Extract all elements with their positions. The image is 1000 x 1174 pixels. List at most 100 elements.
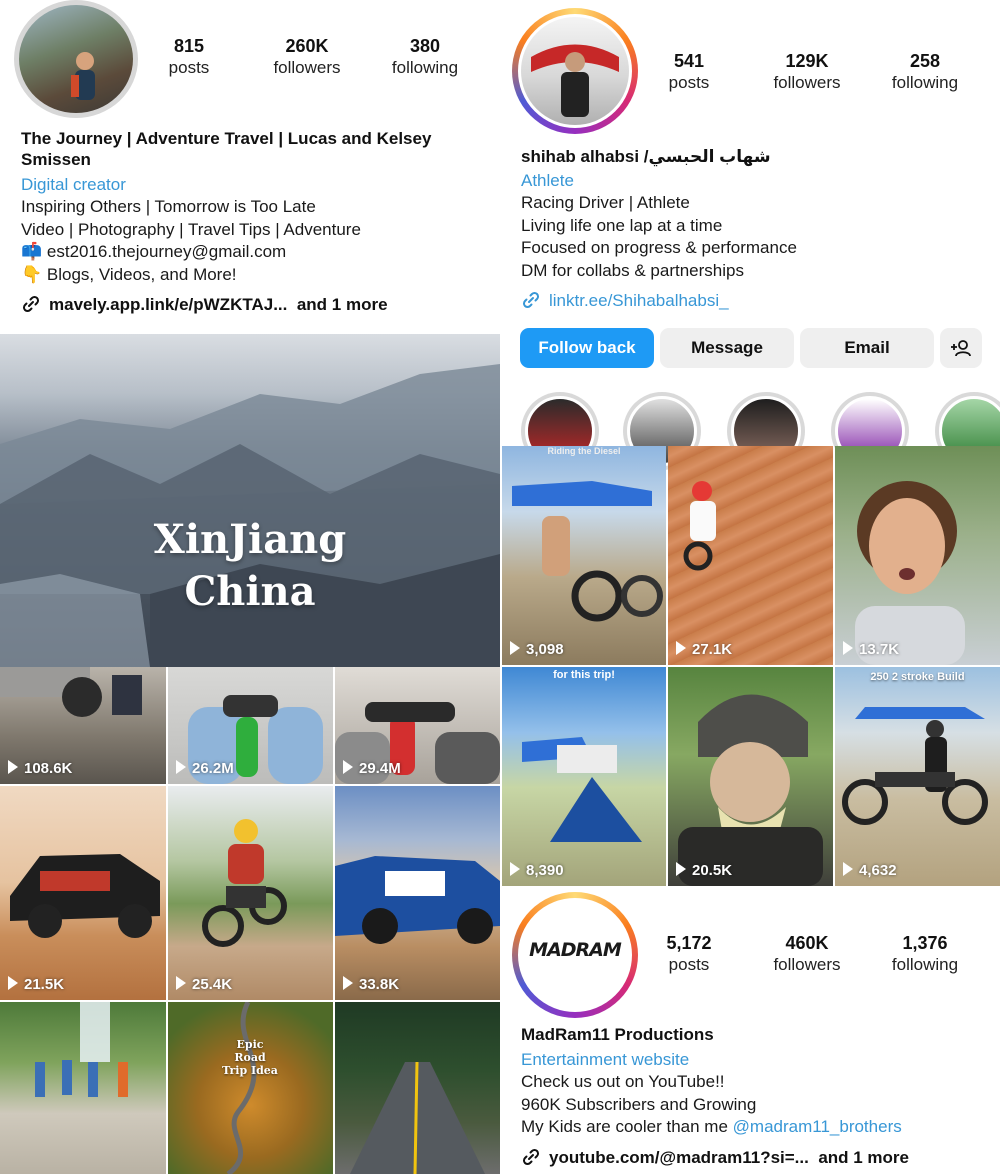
hero-title: XinJiang <box>153 516 347 563</box>
stat-followers[interactable]: 129K followers <box>752 50 862 94</box>
reel-tile[interactable]: Riding the Diesel 3,098 <box>502 446 666 665</box>
stat-number: 541 <box>673 51 705 71</box>
stat-posts[interactable]: 541 posts <box>634 50 744 94</box>
profile-link[interactable]: youtube.com/@madram11?si=... and 1 more <box>521 1147 909 1169</box>
follow-back-button[interactable]: Follow back <box>520 328 654 368</box>
play-icon <box>176 976 186 990</box>
avatar-photo <box>531 44 619 117</box>
reel-tile[interactable]: Epic Road Trip Idea <box>168 1002 333 1174</box>
tile-overlay-text: Riding the Diesel <box>547 446 621 456</box>
stat-following[interactable]: 258 following <box>870 50 980 94</box>
view-count: 108.6K <box>8 760 72 777</box>
bio-email[interactable]: 📫 est2016.thejourney@gmail.com <box>21 241 361 264</box>
reel-tile[interactable]: 20.5K <box>668 667 833 886</box>
profile-link[interactable]: linktr.ee/Shihabalhabsi_ <box>521 290 729 312</box>
view-count: 25.4K <box>176 976 232 993</box>
reel-tile[interactable]: 33.8K <box>335 786 500 1000</box>
profile-bio: Racing Driver | Athlete Living life one … <box>521 192 797 283</box>
reel-tile[interactable]: 21.5K <box>0 786 166 1000</box>
profile-category: Athlete <box>521 171 574 190</box>
tile-overlay-text: for this trip! <box>553 669 615 681</box>
suggest-people-button[interactable] <box>940 328 982 368</box>
profile-name-line: Smissen <box>21 150 91 169</box>
profile-avatar[interactable] <box>14 0 138 118</box>
play-icon <box>676 641 686 655</box>
view-count: 4,632 <box>843 862 897 879</box>
stat-number: 5,172 <box>666 933 712 953</box>
bio-line: 👇 Blogs, Videos, and More! <box>21 265 237 285</box>
view-count: 3,098 <box>510 641 564 658</box>
profile-avatar[interactable] <box>512 8 638 134</box>
play-icon <box>343 976 353 990</box>
stat-label: followers <box>773 955 841 974</box>
view-count: 8,390 <box>510 862 564 879</box>
stat-label: following <box>891 955 959 974</box>
bio-line: Check us out on YouTube!! <box>521 1072 725 1091</box>
avatar-photo <box>71 52 95 100</box>
stat-posts[interactable]: 5,172 posts <box>634 932 744 976</box>
profile-link[interactable]: mavely.app.link/e/pWZKTAJ... and 1 more <box>21 294 388 316</box>
hero-post-xinjiang[interactable]: XinJiang China <box>0 334 500 667</box>
stat-label: following <box>891 73 959 92</box>
play-icon <box>510 641 520 655</box>
stat-label: followers <box>773 73 841 92</box>
reel-tile[interactable]: 26.2M <box>168 667 333 784</box>
reel-tile[interactable] <box>335 1002 500 1174</box>
view-count: 20.5K <box>676 862 732 879</box>
play-icon <box>343 760 353 774</box>
link-icon <box>522 1148 540 1166</box>
stat-label: followers <box>273 58 341 77</box>
play-icon <box>176 760 186 774</box>
profile-avatar[interactable]: MADRAM <box>512 892 638 1018</box>
reel-tile[interactable]: 27.1K <box>668 446 833 665</box>
stat-label: following <box>391 58 459 77</box>
link-more: and 1 more <box>818 1148 910 1167</box>
bio-line: DM for collabs & partnerships <box>521 261 744 281</box>
link-text: linktr.ee/Shihabalhabsi_ <box>549 291 729 310</box>
view-count: 21.5K <box>8 976 64 993</box>
stat-followers[interactable]: 260K followers <box>252 35 362 79</box>
profile-name: MadRam11 Productions <box>521 1025 714 1044</box>
profile-name-line: The Journey | Adventure Travel | Lucas a… <box>21 129 432 148</box>
play-icon <box>8 976 18 990</box>
reel-tile[interactable]: for this trip! 8,390 <box>502 667 666 886</box>
stat-number: 260K <box>285 36 329 56</box>
link-text: youtube.com/@madram11?si=... <box>549 1148 809 1167</box>
stat-number: 815 <box>173 36 205 56</box>
stat-posts[interactable]: 815 posts <box>134 35 244 79</box>
bio-line: Focused on progress & performance <box>521 238 797 258</box>
message-button[interactable]: Message <box>660 328 794 368</box>
stat-following[interactable]: 380 following <box>370 35 480 79</box>
bio-line: 960K Subscribers and Growing <box>521 1094 757 1114</box>
hero-subtitle: China <box>184 568 316 615</box>
play-icon <box>510 862 520 876</box>
reel-tile[interactable]: 108.6K <box>0 667 166 784</box>
profile-bio: Inspiring Others | Tomorrow is Too Late … <box>21 196 361 287</box>
reel-tile[interactable]: 250 2 stroke Build 4,632 <box>835 667 1000 886</box>
stat-label: posts <box>168 58 210 77</box>
reel-tile[interactable]: 29.4M <box>335 667 500 784</box>
stat-number: 460K <box>785 933 829 953</box>
bio-mention-link[interactable]: @madram11_brothers <box>733 1117 902 1136</box>
stat-following[interactable]: 1,376 following <box>870 932 980 976</box>
reel-tile[interactable]: 25.4K <box>168 786 333 1000</box>
view-count: 26.2M <box>176 760 234 777</box>
reel-tile[interactable]: 13.7K <box>835 446 1000 665</box>
stat-followers[interactable]: 460K followers <box>752 932 862 976</box>
profile-name: shihab alhabsi /شهاب الحبسي <box>521 147 771 166</box>
bio-line: My Kids are cooler than me @madram11_bro… <box>521 1117 902 1137</box>
stat-number: 129K <box>785 51 829 71</box>
play-icon <box>8 760 18 774</box>
play-icon <box>843 641 853 655</box>
profile-category: Digital creator <box>21 175 126 194</box>
email-button[interactable]: Email <box>800 328 934 368</box>
bio-line: Video | Photography | Travel Tips | Adve… <box>21 219 361 239</box>
stat-label: posts <box>668 73 710 92</box>
bio-line: Racing Driver | Athlete <box>521 193 690 212</box>
profile-category: Entertainment website <box>521 1050 690 1069</box>
play-icon <box>843 862 853 876</box>
bio-line: Inspiring Others | Tomorrow is Too Late <box>21 197 316 216</box>
profile-journey: 815 posts 260K followers 380 following T… <box>0 0 500 334</box>
reel-tile[interactable] <box>0 1002 166 1174</box>
bio-line: Living life one lap at a time <box>521 215 723 235</box>
